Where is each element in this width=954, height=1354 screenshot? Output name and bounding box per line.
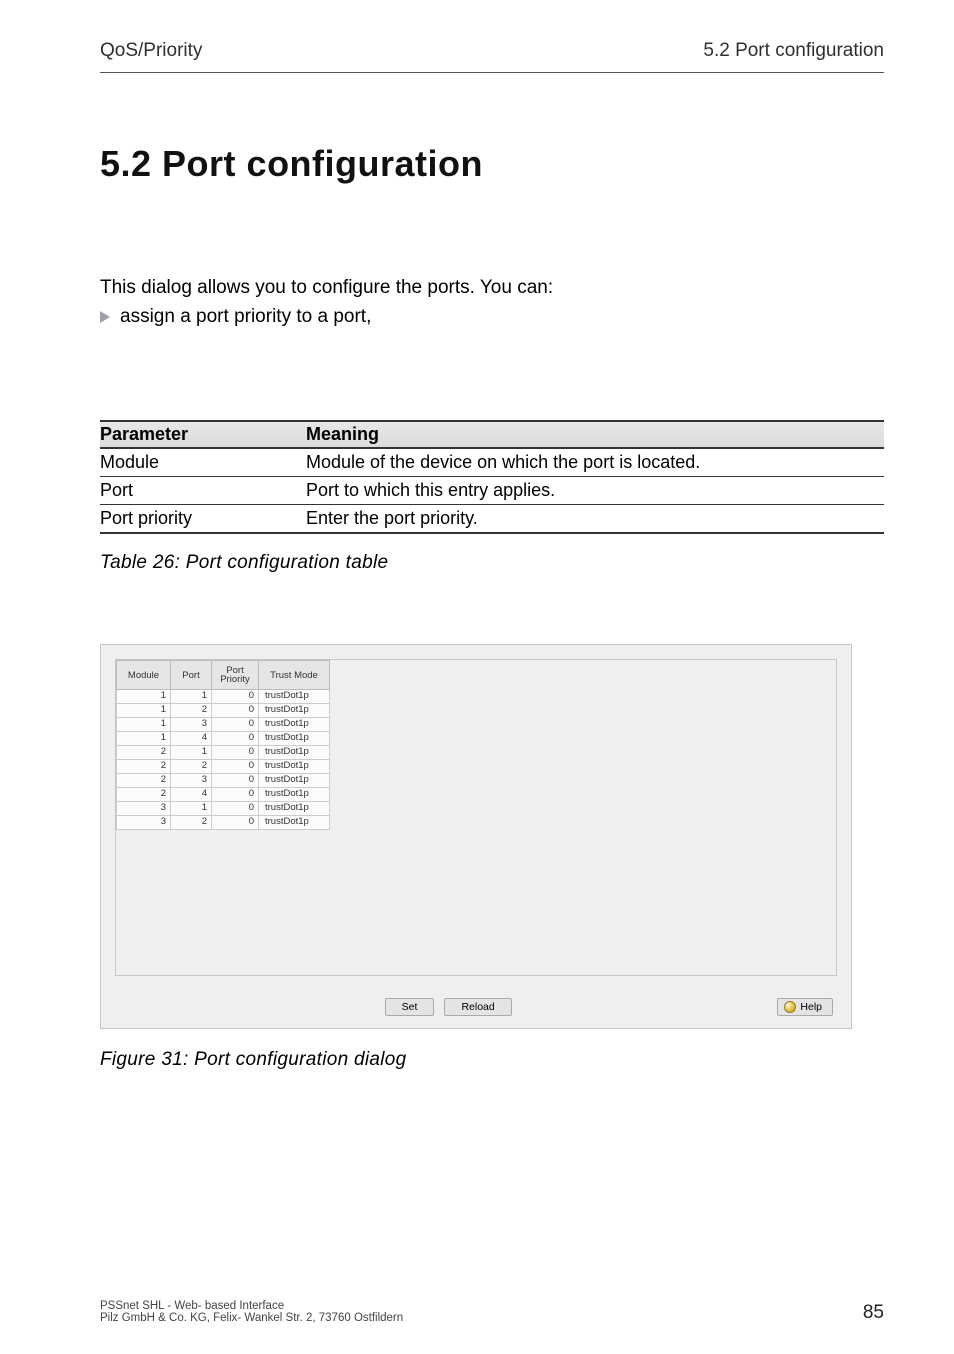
cell-module[interactable]: 2 [117,788,171,802]
page-title: 5.2 Port configuration [100,143,884,185]
port-table-row[interactable]: 230trustDot1p [117,774,330,788]
cell-priority[interactable]: 0 [212,760,259,774]
cell-port[interactable]: 2 [171,760,212,774]
cell-trust-mode[interactable]: trustDot1p [259,760,330,774]
footer-line1: PSSnet SHL - Web- based Interface [100,1300,403,1312]
cell-priority[interactable]: 0 [212,690,259,704]
cell-port[interactable]: 3 [171,718,212,732]
cell-module[interactable]: 2 [117,760,171,774]
cell-trust-mode[interactable]: trustDot1p [259,788,330,802]
cell-module[interactable]: 1 [117,732,171,746]
cell-port[interactable]: 4 [171,788,212,802]
cell-port[interactable]: 1 [171,690,212,704]
th-priority[interactable]: PortPriority [212,661,259,690]
figure-caption: Figure 31: Port configuration dialog [100,1049,884,1071]
port-table: Module Port PortPriority Trust Mode 110t… [116,660,330,830]
cell-meaning: Enter the port priority. [306,505,884,534]
bullet-text: assign a port priority to a port, [120,304,371,331]
cell-module[interactable]: 2 [117,746,171,760]
cell-port[interactable]: 1 [171,802,212,816]
set-button[interactable]: Set [385,998,435,1016]
help-button[interactable]: Help [777,998,833,1016]
table-row: Module Module of the device on which the… [100,448,884,477]
cell-trust-mode[interactable]: trustDot1p [259,732,330,746]
cell-priority[interactable]: 0 [212,788,259,802]
port-table-row[interactable]: 210trustDot1p [117,746,330,760]
port-table-header-row: Module Port PortPriority Trust Mode [117,661,330,690]
cell-param: Port priority [100,505,306,534]
cell-trust-mode[interactable]: trustDot1p [259,718,330,732]
cell-priority[interactable]: 0 [212,732,259,746]
cell-meaning: Module of the device on which the port i… [306,448,884,477]
port-table-row[interactable]: 110trustDot1p [117,690,330,704]
th-parameter: Parameter [100,421,306,448]
cell-priority[interactable]: 0 [212,802,259,816]
footer-line2: Pilz GmbH & Co. KG, Felix- Wankel Str. 2… [100,1312,403,1324]
cell-priority[interactable]: 0 [212,704,259,718]
page-number: 85 [863,1302,884,1324]
cell-priority[interactable]: 0 [212,718,259,732]
chevron-right-icon [100,311,110,323]
header-right: 5.2 Port configuration [703,40,884,62]
port-config-dialog: Module Port PortPriority Trust Mode 110t… [100,644,852,1029]
button-bar: Set Reload Help [101,990,851,1028]
cell-trust-mode[interactable]: trustDot1p [259,802,330,816]
cell-trust-mode[interactable]: trustDot1p [259,816,330,830]
cell-meaning: Port to which this entry applies. [306,477,884,505]
port-table-row[interactable]: 310trustDot1p [117,802,330,816]
cell-module[interactable]: 2 [117,774,171,788]
help-label: Help [800,1001,822,1013]
cell-port[interactable]: 3 [171,774,212,788]
reload-button[interactable]: Reload [444,998,511,1016]
cell-trust-mode[interactable]: trustDot1p [259,704,330,718]
th-meaning: Meaning [306,421,884,448]
cell-param: Port [100,477,306,505]
header-left: QoS/Priority [100,40,202,62]
footer-text: PSSnet SHL - Web- based Interface Pilz G… [100,1300,403,1324]
cell-port[interactable]: 2 [171,816,212,830]
port-table-row[interactable]: 120trustDot1p [117,704,330,718]
cell-trust-mode[interactable]: trustDot1p [259,690,330,704]
page-footer: PSSnet SHL - Web- based Interface Pilz G… [100,1300,884,1324]
bullet-row: assign a port priority to a port, [100,304,884,331]
cell-priority[interactable]: 0 [212,816,259,830]
cell-priority[interactable]: 0 [212,746,259,760]
intro-line: This dialog allows you to configure the … [100,275,884,302]
cell-module[interactable]: 1 [117,704,171,718]
table-row: Port priority Enter the port priority. [100,505,884,534]
cell-port[interactable]: 2 [171,704,212,718]
cell-module[interactable]: 1 [117,690,171,704]
th-trust-mode[interactable]: Trust Mode [259,661,330,690]
cell-trust-mode[interactable]: trustDot1p [259,746,330,760]
center-buttons: Set Reload [385,998,512,1016]
page-header: QoS/Priority 5.2 Port configuration [100,40,884,73]
intro-block: This dialog allows you to configure the … [100,275,884,330]
port-table-row[interactable]: 220trustDot1p [117,760,330,774]
dialog-content: Module Port PortPriority Trust Mode 110t… [115,659,837,976]
th-port[interactable]: Port [171,661,212,690]
port-table-row[interactable]: 130trustDot1p [117,718,330,732]
cell-port[interactable]: 4 [171,732,212,746]
cell-trust-mode[interactable]: trustDot1p [259,774,330,788]
table-header-row: Parameter Meaning [100,421,884,448]
parameter-table: Parameter Meaning Module Module of the d… [100,420,884,534]
cell-module[interactable]: 3 [117,802,171,816]
port-table-row[interactable]: 320trustDot1p [117,816,330,830]
port-table-row[interactable]: 140trustDot1p [117,732,330,746]
table-caption: Table 26: Port configuration table [100,552,884,574]
cell-param: Module [100,448,306,477]
help-icon [784,1001,796,1013]
th-module[interactable]: Module [117,661,171,690]
page: QoS/Priority 5.2 Port configuration 5.2 … [0,0,954,1354]
cell-priority[interactable]: 0 [212,774,259,788]
cell-module[interactable]: 1 [117,718,171,732]
table-row: Port Port to which this entry applies. [100,477,884,505]
port-table-row[interactable]: 240trustDot1p [117,788,330,802]
cell-module[interactable]: 3 [117,816,171,830]
cell-port[interactable]: 1 [171,746,212,760]
